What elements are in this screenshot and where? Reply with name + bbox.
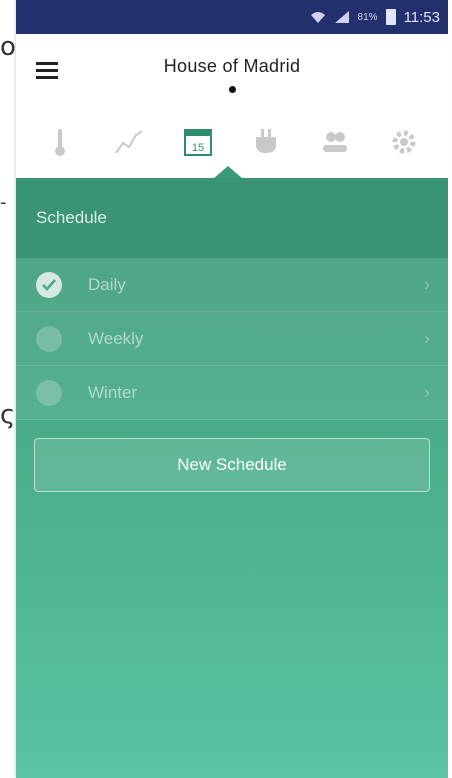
clock: 11:53 xyxy=(403,8,440,26)
schedule-item-winter[interactable]: Winter › xyxy=(16,366,448,420)
schedule-label: Winter xyxy=(88,382,138,402)
phone-screen: 81% 11:53 House of Madrid 15 Schedule Da… xyxy=(16,0,448,778)
schedule-label: Daily xyxy=(88,274,126,294)
battery-percent: 81% xyxy=(357,11,378,23)
tab-schedule[interactable]: 15 xyxy=(178,122,218,162)
status-bar: 81% 11:53 xyxy=(16,0,448,34)
tab-users[interactable] xyxy=(315,122,355,162)
chevron-right-icon: › xyxy=(424,274,430,294)
schedule-item-weekly[interactable]: Weekly › xyxy=(16,312,448,366)
radio-unchecked-icon[interactable] xyxy=(36,325,62,352)
background-fragment: o xyxy=(0,32,16,62)
tab-statistics[interactable] xyxy=(109,122,149,162)
new-schedule-button[interactable]: New Schedule xyxy=(34,438,430,492)
background-fragment: ς xyxy=(0,400,16,430)
chart-icon xyxy=(114,129,144,155)
schedule-panel: Schedule Daily › Weekly › Winter › New S… xyxy=(16,178,448,778)
radio-checked-icon[interactable] xyxy=(36,271,62,298)
signal-icon xyxy=(334,10,350,24)
thermometer-icon xyxy=(53,127,67,157)
section-header: Schedule xyxy=(16,178,448,258)
chevron-right-icon: › xyxy=(424,382,430,402)
page-title: House of Madrid xyxy=(163,56,301,76)
app-header: House of Madrid xyxy=(16,34,448,106)
schedule-item-daily[interactable]: Daily › xyxy=(16,258,448,312)
battery-icon xyxy=(385,9,396,25)
tab-bar: 15 xyxy=(16,106,448,178)
tab-devices[interactable] xyxy=(246,122,286,162)
calendar-icon: 15 xyxy=(183,127,213,157)
plug-icon xyxy=(252,127,280,157)
radio-unchecked-icon[interactable] xyxy=(36,379,62,406)
chevron-right-icon: › xyxy=(424,328,430,348)
active-tab-indicator xyxy=(214,166,242,178)
schedule-label: Weekly xyxy=(88,328,144,348)
page-indicator-dot xyxy=(229,86,236,93)
screenshot: o - ς 81% 11:53 House of Madrid 15 Sched… xyxy=(0,0,452,778)
gear-icon xyxy=(390,128,418,156)
calendar-day: 15 xyxy=(192,142,204,154)
tab-temperature[interactable] xyxy=(40,122,80,162)
tab-settings[interactable] xyxy=(384,122,424,162)
users-icon xyxy=(320,129,350,155)
wifi-icon xyxy=(310,10,326,24)
background-fragment: - xyxy=(0,192,7,213)
